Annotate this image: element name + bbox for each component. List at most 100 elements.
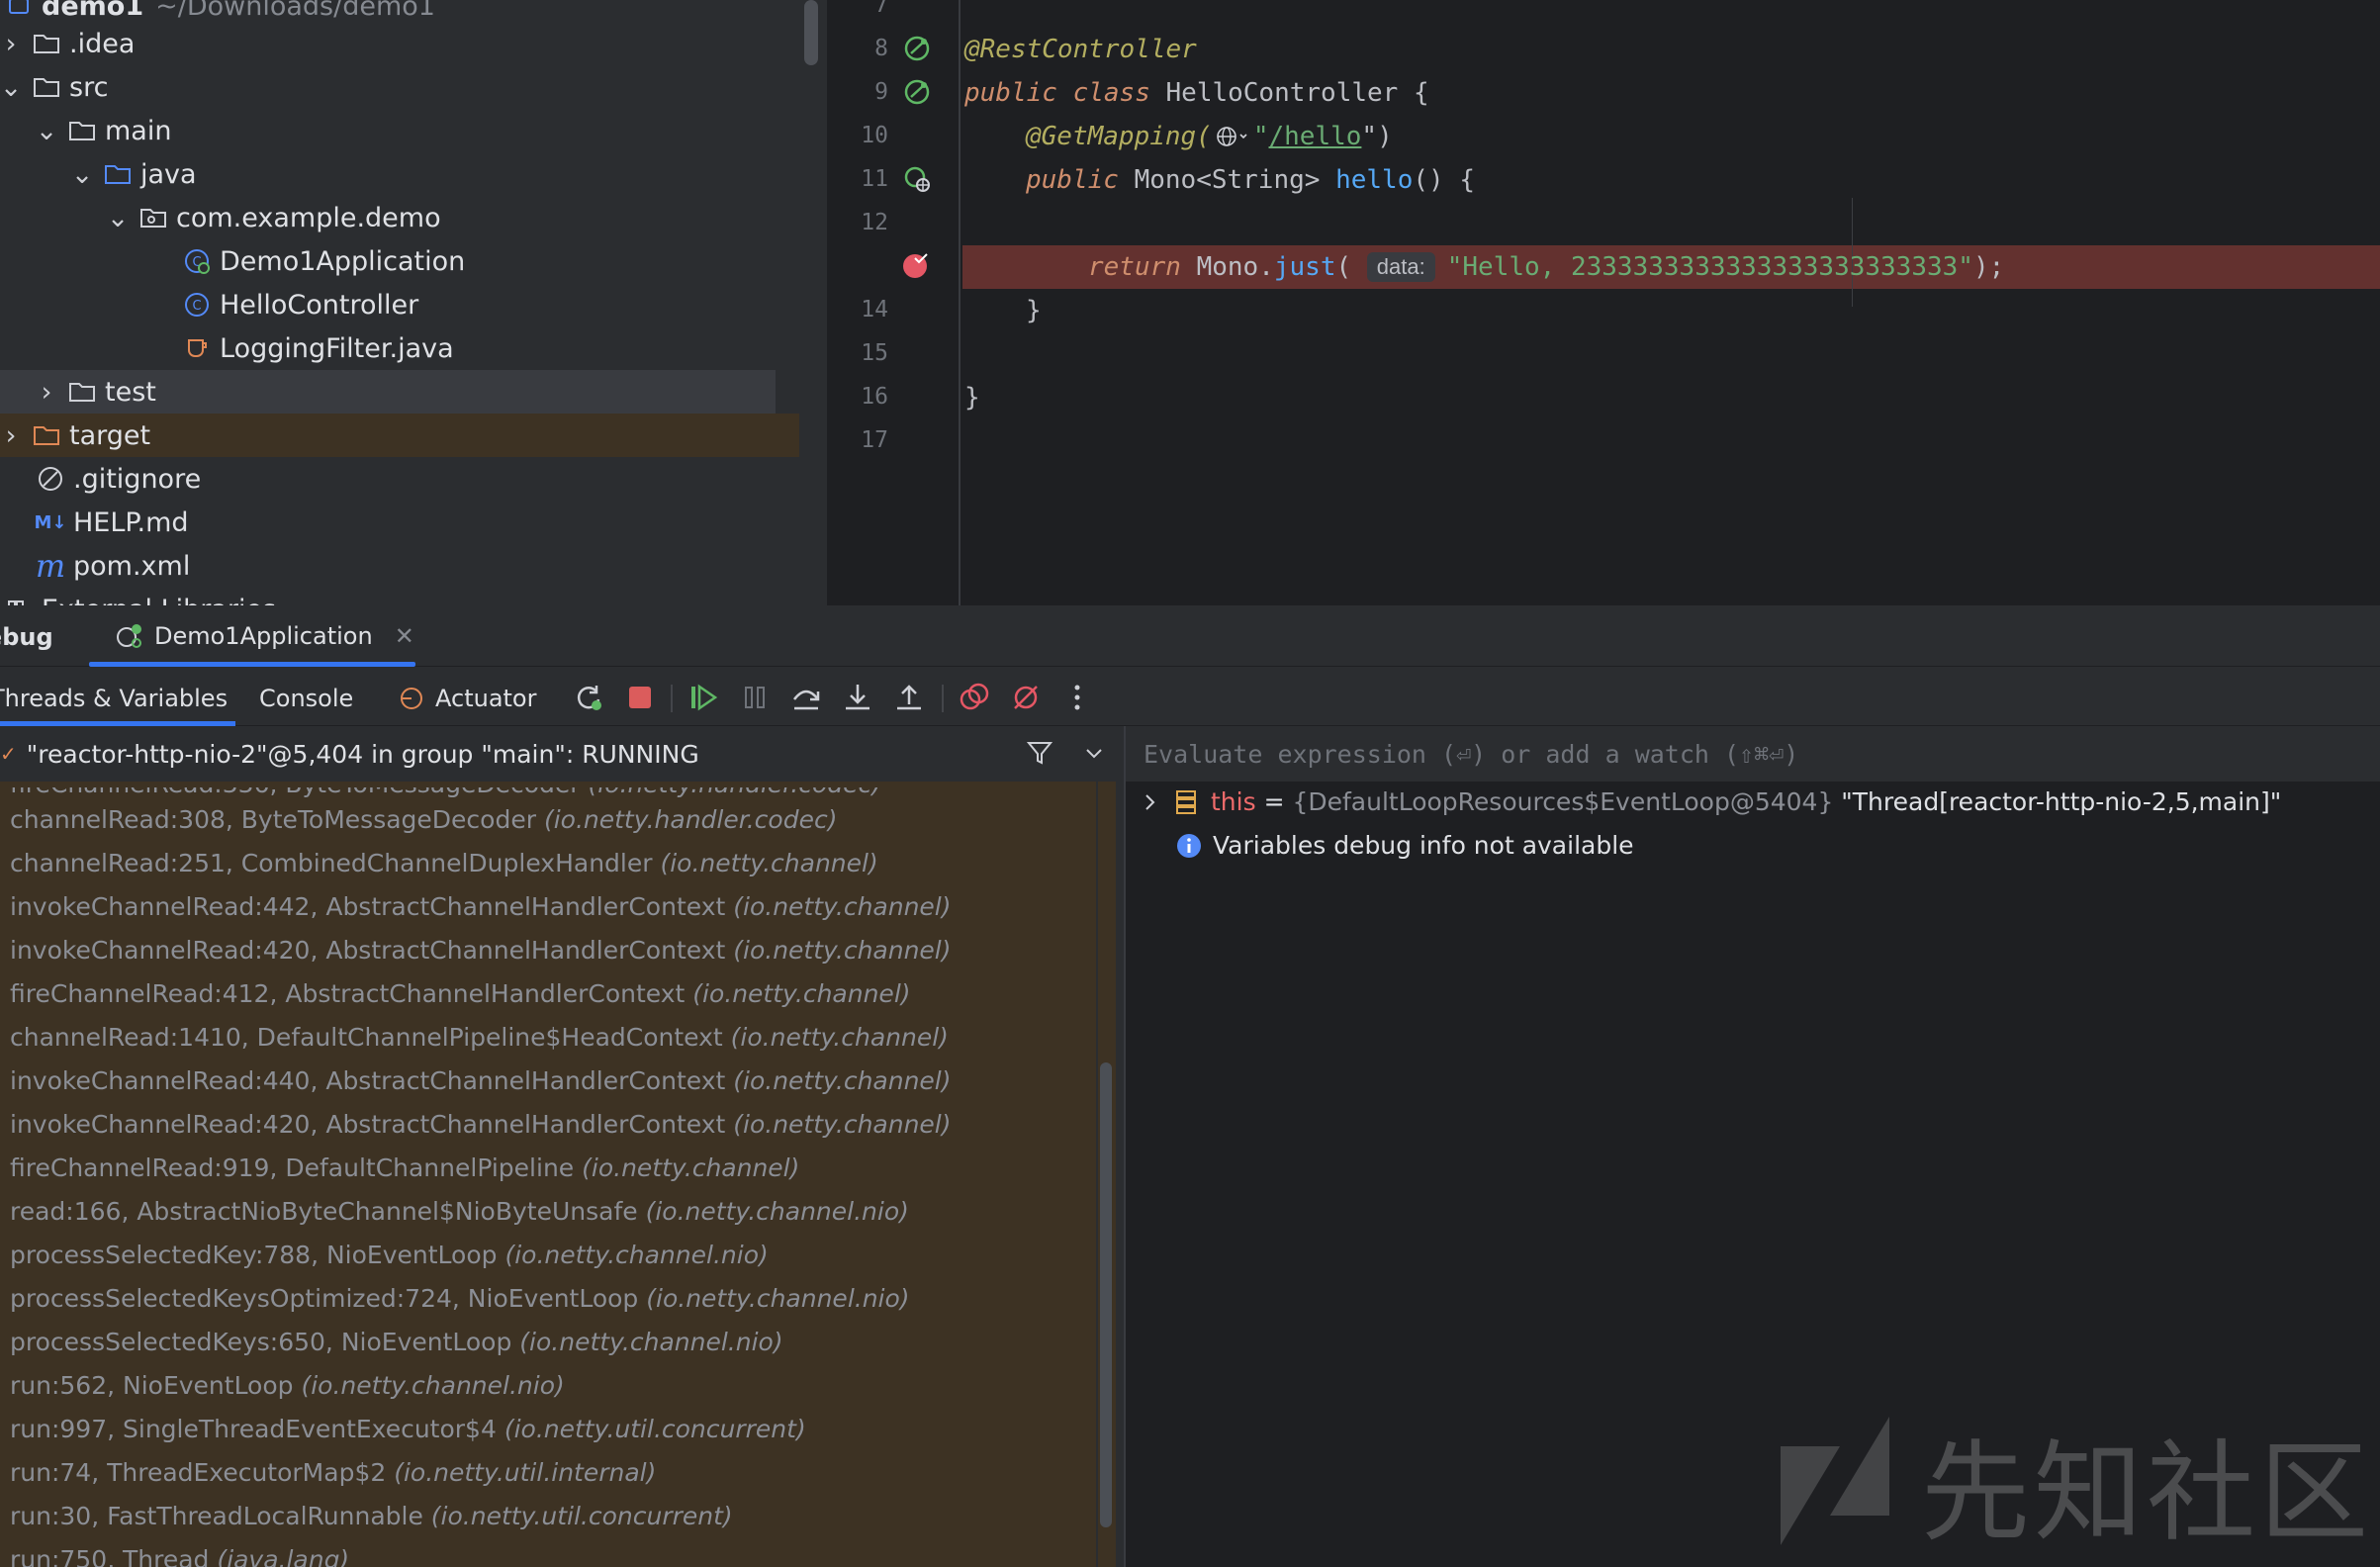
tree-item-loggingfilter[interactable]: LoggingFilter.java xyxy=(0,326,827,370)
frame-method: invokeChannelRead:440, AbstractChannelHa… xyxy=(10,1066,726,1095)
chevron-right-icon[interactable]: › xyxy=(0,420,22,451)
frames-scrollbar[interactable] xyxy=(1100,1062,1112,1527)
punctuation-token: ( xyxy=(1335,252,1352,282)
stack-frame[interactable]: run:750, Thread (java.lang) xyxy=(10,1545,349,1567)
stack-frame[interactable]: invokeChannelRead:420, AbstractChannelHa… xyxy=(10,936,952,965)
code-line-10: @GetMapping( "/hello ") xyxy=(1026,115,1393,158)
folder-icon xyxy=(67,116,97,145)
step-over-icon[interactable] xyxy=(787,679,825,716)
stack-frame[interactable]: run:562, NioEventLoop (io.netty.channel.… xyxy=(10,1371,565,1400)
spring-bean-icon[interactable] xyxy=(902,77,932,107)
stack-frame[interactable]: read:166, AbstractNioByteChannel$NioByte… xyxy=(10,1197,909,1226)
tab-console[interactable]: Console xyxy=(259,679,353,718)
method-name-token: just xyxy=(1273,252,1336,282)
code-line-13: return Mono. just( data: "Hello, 233333333… xyxy=(1088,245,2004,289)
view-breakpoints-icon[interactable] xyxy=(956,679,993,716)
stack-frame[interactable]: invokeChannelRead:440, AbstractChannelHa… xyxy=(10,1066,952,1095)
pause-icon[interactable] xyxy=(736,679,774,716)
tree-item-label: HELP.md xyxy=(73,507,189,538)
tree-item-demo1application[interactable]: C Demo1Application xyxy=(0,239,827,283)
tree-item-src[interactable]: ⌄ src xyxy=(0,65,827,109)
tree-item-package[interactable]: ⌄ com.example.demo xyxy=(0,196,827,239)
tree-item-hellocontroller[interactable]: C HelloController xyxy=(0,283,827,326)
step-into-icon[interactable] xyxy=(839,679,876,716)
chevron-right-icon[interactable]: › xyxy=(0,29,22,59)
code-line-11: public Mono<String> hello() { xyxy=(1026,158,1475,202)
thread-selector[interactable]: ✓ "reactor-http-nio-2"@5,404 in group "m… xyxy=(0,726,1116,782)
line-number: 14 xyxy=(861,297,888,323)
tree-item-external-libraries[interactable]: External Libraries xyxy=(0,588,827,605)
annotation-token: @GetMapping( xyxy=(1026,122,1212,151)
resume-icon[interactable] xyxy=(685,679,722,716)
breakpoint-icon[interactable] xyxy=(902,251,932,281)
variables-info-row: Variables debug info not available xyxy=(1175,831,1634,860)
editor-gutter[interactable]: 7 8 9 10 11 12 14 15 16 17 xyxy=(827,0,961,605)
stack-frame[interactable]: processSelectedKeysOptimized:724, NioEve… xyxy=(10,1284,910,1313)
tree-item-label: External Libraries xyxy=(42,595,276,606)
mute-breakpoints-icon[interactable] xyxy=(1007,679,1045,716)
chevron-down-icon[interactable]: ⌄ xyxy=(0,72,22,103)
chevron-down-icon[interactable] xyxy=(1082,738,1106,774)
tree-item-target[interactable]: › target xyxy=(0,414,799,457)
stack-frame[interactable]: channelRead:308, ByteToMessageDecoder (i… xyxy=(10,805,837,834)
stack-frame[interactable]: run:30, FastThreadLocalRunnable (io.nett… xyxy=(10,1502,733,1530)
frame-package: (io.netty.channel.nio) xyxy=(646,1284,910,1313)
code-editor[interactable]: 7 8 9 10 11 12 14 15 16 17 @RestControll… xyxy=(827,0,2380,605)
code-line-16: } xyxy=(964,376,980,419)
chevron-down-icon[interactable]: ⌄ xyxy=(71,159,94,190)
tree-item-help-md[interactable]: M↓ HELP.md xyxy=(0,501,827,544)
tab-threads-variables[interactable]: Threads & Variables xyxy=(0,679,228,718)
tree-item-pom-xml[interactable]: m pom.xml xyxy=(0,544,827,588)
toolbar-separator xyxy=(671,685,673,712)
project-scrollbar[interactable] xyxy=(804,0,818,65)
source-folder-icon xyxy=(103,159,133,189)
url-link[interactable]: /hello xyxy=(1269,122,1362,151)
frame-method: read:166, AbstractNioByteChannel$NioByte… xyxy=(10,1197,638,1226)
stack-frame[interactable]: invokeChannelRead:420, AbstractChannelHa… xyxy=(10,1110,952,1139)
tree-item-test[interactable]: › test xyxy=(0,370,776,414)
tree-item-gitignore[interactable]: .gitignore xyxy=(0,457,827,501)
tab-actuator[interactable]: Actuator xyxy=(398,679,536,718)
frame-package: (io.netty.channel) xyxy=(692,979,911,1008)
tree-item-main[interactable]: ⌄ main xyxy=(0,109,827,152)
stack-frame[interactable]: channelRead:1410, DefaultChannelPipeline… xyxy=(10,1023,949,1052)
variable-equals: = xyxy=(1255,787,1293,816)
more-icon[interactable] xyxy=(1058,679,1096,716)
chevron-down-icon[interactable]: ⌄ xyxy=(36,116,58,146)
info-icon xyxy=(1175,832,1203,860)
frame-package: (io.netty.util.internal) xyxy=(394,1458,657,1487)
evaluate-expression-input[interactable]: Evaluate expression (⏎) or add a watch (… xyxy=(1126,726,2380,782)
frames-panel[interactable]: fireChannelRead:336, ByteToMessageDecode… xyxy=(0,726,1116,1567)
frame-package: (java.lang) xyxy=(217,1545,350,1567)
rerun-icon[interactable] xyxy=(570,679,607,716)
chevron-right-icon[interactable]: › xyxy=(36,377,57,408)
frame-method: processSelectedKeys:650, NioEventLoop xyxy=(10,1328,512,1356)
filter-icon[interactable] xyxy=(1025,738,1054,774)
debug-session-icon xyxy=(113,621,146,651)
close-icon[interactable]: ✕ xyxy=(395,622,414,650)
chevron-right-icon[interactable] xyxy=(1142,790,1159,814)
stack-frame[interactable]: fireChannelRead:919, DefaultChannelPipel… xyxy=(10,1153,799,1182)
stack-frame[interactable]: run:997, SingleThreadEventExecutor$4 (io… xyxy=(10,1415,806,1443)
stack-frame[interactable]: run:74, ThreadExecutorMap$2 (io.netty.ut… xyxy=(10,1458,656,1487)
frame-method: fireChannelRead:919, DefaultChannelPipel… xyxy=(10,1153,575,1182)
module-icon xyxy=(4,0,34,21)
stack-frame[interactable]: processSelectedKeys:650, NioEventLoop (i… xyxy=(10,1328,783,1356)
variable-row-this[interactable]: this = {DefaultLoopResources$EventLoop@5… xyxy=(1142,787,2281,816)
punctuation-token: ); xyxy=(1972,252,2005,282)
endpoint-icon[interactable] xyxy=(902,164,932,194)
session-tab-demo1application[interactable]: Demo1Application ✕ xyxy=(89,605,415,667)
spring-bean-icon[interactable] xyxy=(902,34,932,63)
stack-frame[interactable]: fireChannelRead:412, AbstractChannelHand… xyxy=(10,979,911,1008)
stop-icon[interactable] xyxy=(621,679,659,716)
stack-frame[interactable]: processSelectedKey:788, NioEventLoop (io… xyxy=(10,1241,769,1269)
step-out-icon[interactable] xyxy=(890,679,928,716)
stack-frame[interactable]: invokeChannelRead:442, AbstractChannelHa… xyxy=(10,892,952,921)
chevron-down-icon[interactable]: ⌄ xyxy=(107,203,130,233)
globe-icon[interactable] xyxy=(1216,125,1249,148)
tree-item-idea[interactable]: › .idea xyxy=(0,22,827,65)
toolbar-separator xyxy=(942,685,944,712)
frame-method: processSelectedKeysOptimized:724, NioEve… xyxy=(10,1284,639,1313)
stack-frame[interactable]: channelRead:251, CombinedChannelDuplexHa… xyxy=(10,849,878,877)
tree-item-java[interactable]: ⌄ java xyxy=(0,152,827,196)
